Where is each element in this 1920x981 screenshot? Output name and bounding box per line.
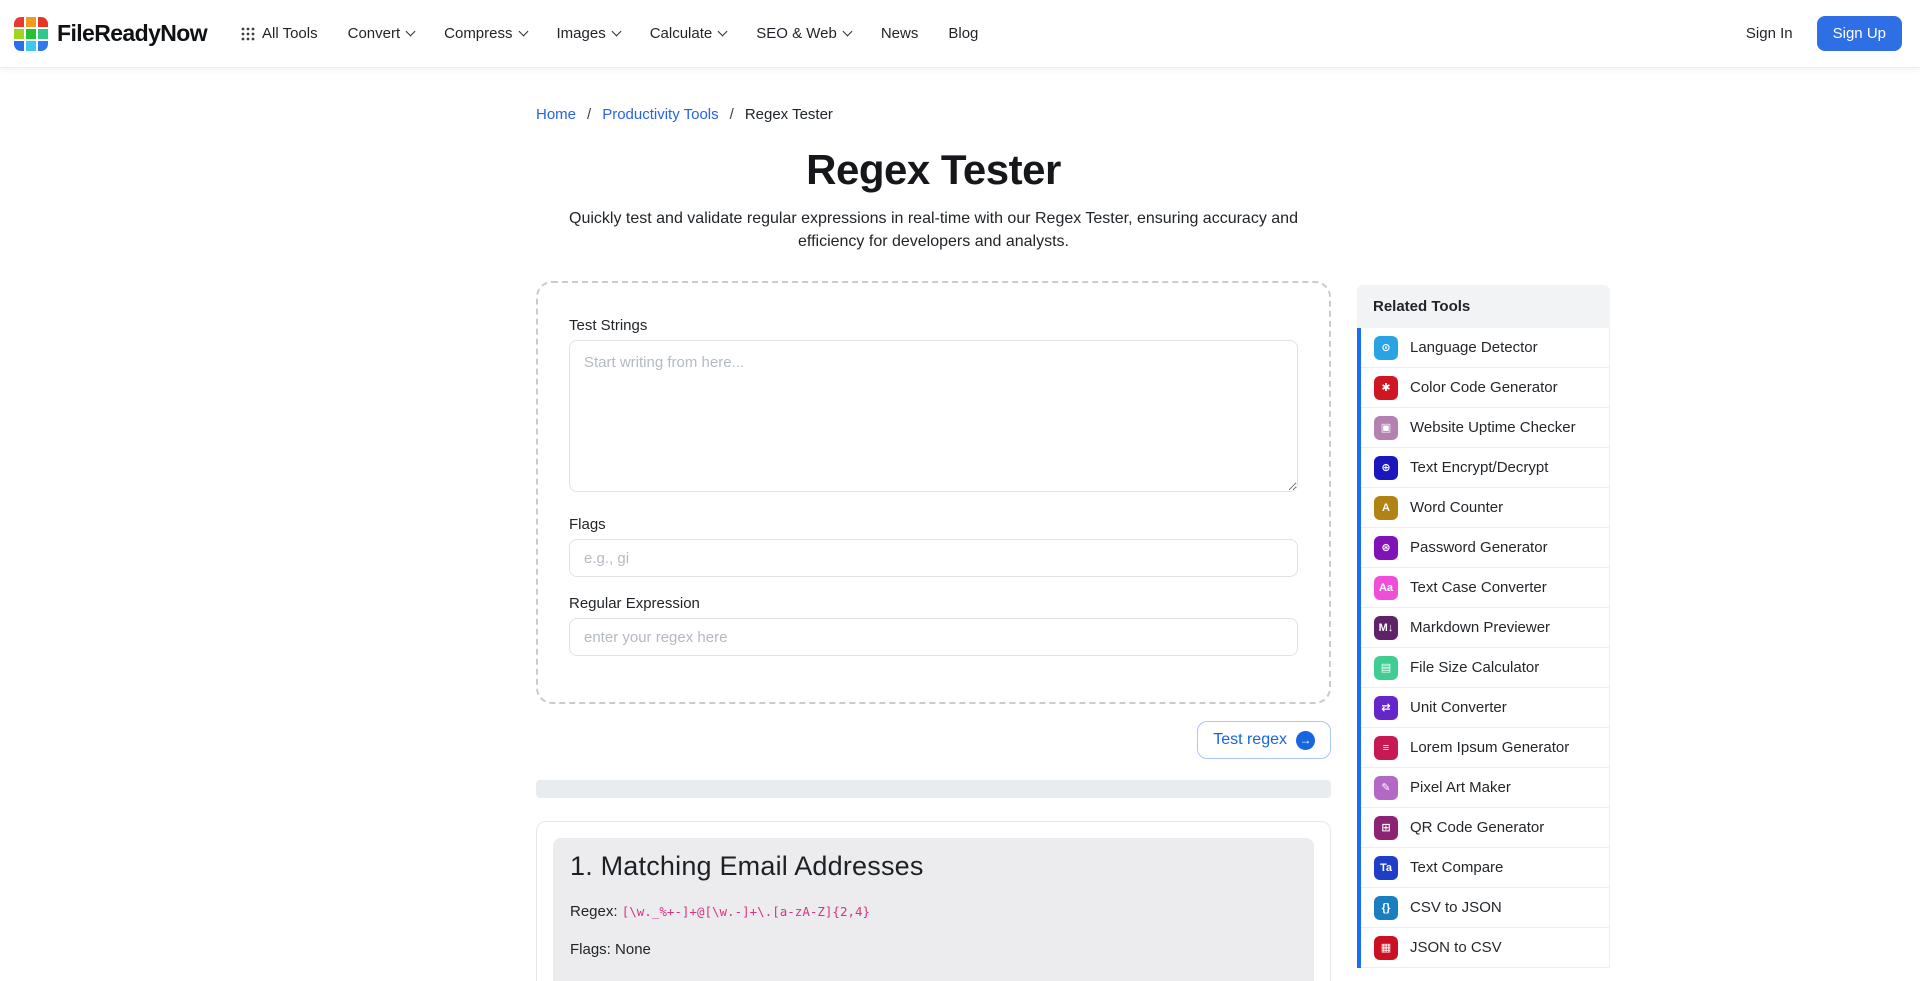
test-regex-button[interactable]: Test regex → [1197,721,1331,759]
breadcrumb-productivity-tools[interactable]: Productivity Tools [602,106,718,123]
flags-label: Flags [569,516,1298,533]
padlock-icon: ⊛ [1374,536,1398,560]
example-flags-label: Flags: [570,941,611,958]
brand-name: FileReadyNow [57,20,207,47]
file-icon: ▤ [1374,656,1398,680]
example-flags-line: Flags: None [570,941,1297,958]
tool-item-website-uptime-checker[interactable]: ▣ Website Uptime Checker [1361,408,1609,448]
browser-window-icon: ▣ [1374,416,1398,440]
test-strings-input[interactable] [569,340,1298,492]
json-csv-icon: ▦ [1374,936,1398,960]
chevron-down-icon [842,27,852,37]
form-actions: Test regex → [536,721,1331,759]
csv-json-icon: {} [1374,896,1398,920]
example-regex-code: [\w._%+-]+@[\w.-]+\.[a-zA-Z]{2,4} [622,904,870,919]
test-regex-label: Test regex [1213,731,1287,749]
pencil-icon: ✎ [1374,776,1398,800]
test-strings-label: Test Strings [569,317,1298,334]
regex-input[interactable] [569,618,1298,656]
tool-item-lorem-ipsum-generator[interactable]: ≡ Lorem Ipsum Generator [1361,728,1609,768]
flags-input[interactable] [569,539,1298,577]
tool-item-text-encrypt-decrypt[interactable]: ⊕ Text Encrypt/Decrypt [1361,448,1609,488]
main-nav: All Tools Convert Compress Images Calcul… [241,25,978,42]
brand-logo-icon [14,17,48,51]
regex-label: Regular Expression [569,595,1298,612]
nav-calculate[interactable]: Calculate [650,25,727,42]
example-regex-label: Regex: [570,903,618,920]
main-column: Home / Productivity Tools / Regex Tester… [536,68,1331,981]
color-palette-icon: ✱ [1374,376,1398,400]
brand-logo[interactable]: FileReadyNow [14,17,207,51]
nav-all-tools[interactable]: All Tools [241,25,318,42]
nav-images[interactable]: Images [557,25,620,42]
nav-label: Convert [348,25,401,42]
tool-item-qr-code-generator[interactable]: ⊞ QR Code Generator [1361,808,1609,848]
tool-item-word-counter[interactable]: A Word Counter [1361,488,1609,528]
tool-item-csv-to-json[interactable]: {} CSV to JSON [1361,888,1609,928]
tool-item-color-code-generator[interactable]: ✱ Color Code Generator [1361,368,1609,408]
page-description: Quickly test and validate regular expres… [545,207,1323,253]
tool-item-pixel-art-maker[interactable]: ✎ Pixel Art Maker [1361,768,1609,808]
grid-icon [241,27,255,41]
text-lines-icon: ≡ [1374,736,1398,760]
tool-item-text-compare[interactable]: Ta Text Compare [1361,848,1609,888]
sign-up-button[interactable]: Sign Up [1817,16,1902,51]
chevron-down-icon [518,27,528,37]
tool-item-password-generator[interactable]: ⊛ Password Generator [1361,528,1609,568]
nav-label: Blog [948,25,978,42]
sign-in-link[interactable]: Sign In [1746,25,1793,42]
arrow-right-circle-icon: → [1296,731,1315,750]
language-detector-icon: ⊙ [1374,336,1398,360]
tool-item-markdown-previewer[interactable]: M↓ Markdown Previewer [1361,608,1609,648]
text-case-icon: Aa [1374,576,1398,600]
chevron-down-icon [718,27,728,37]
tool-item-json-to-csv[interactable]: ▦ JSON to CSV [1361,928,1609,968]
nav-label: SEO & Web [756,25,837,42]
example-regex-line: Regex: [\w._%+-]+@[\w.-]+\.[a-zA-Z]{2,4} [570,903,1297,920]
nav-convert[interactable]: Convert [348,25,415,42]
tool-item-file-size-calculator[interactable]: ▤ File Size Calculator [1361,648,1609,688]
nav-blog[interactable]: Blog [948,25,978,42]
chevron-down-icon [406,27,416,37]
tool-item-text-case-converter[interactable]: Aa Text Case Converter [1361,568,1609,608]
nav-label: All Tools [262,25,318,42]
example-flags-value: None [615,941,651,958]
nav-label: News [881,25,919,42]
example-panel: 1. Matching Email Addresses Regex: [\w._… [553,838,1314,981]
nav-label: Images [557,25,606,42]
page-title: Regex Tester [536,145,1331,195]
nav-label: Compress [444,25,512,42]
top-navbar: FileReadyNow All Tools Convert Compress … [0,0,1920,68]
related-tools-list: ⊙ Language Detector ✱ Color Code Generat… [1357,328,1610,968]
nav-news[interactable]: News [881,25,919,42]
lock-icon: ⊕ [1374,456,1398,480]
breadcrumb-separator: / [587,106,591,123]
breadcrumb-separator: / [730,106,734,123]
qr-code-icon: ⊞ [1374,816,1398,840]
breadcrumb-home[interactable]: Home [536,106,576,123]
tool-item-unit-converter[interactable]: ⇄ Unit Converter [1361,688,1609,728]
text-compare-icon: Ta [1374,856,1398,880]
example-heading: 1. Matching Email Addresses [570,851,1297,882]
breadcrumb: Home / Productivity Tools / Regex Tester [536,106,1331,123]
swap-arrows-icon: ⇄ [1374,696,1398,720]
nav-seo-web[interactable]: SEO & Web [756,25,851,42]
markdown-icon: M↓ [1374,616,1398,640]
tool-item-language-detector[interactable]: ⊙ Language Detector [1361,328,1609,368]
regex-form-card: Test Strings Flags Regular Expression [536,281,1331,704]
related-tools-sidebar: Related Tools ⊙ Language Detector ✱ Colo… [1357,285,1610,968]
page-content: Home / Productivity Tools / Regex Tester… [536,68,1610,981]
breadcrumb-current: Regex Tester [745,106,833,123]
related-tools-title: Related Tools [1357,285,1610,328]
nav-compress[interactable]: Compress [444,25,526,42]
letter-a-icon: A [1374,496,1398,520]
divider-bar [536,780,1331,798]
header-actions: Sign In Sign Up [1746,16,1902,51]
chevron-down-icon [611,27,621,37]
nav-label: Calculate [650,25,713,42]
examples-card: 1. Matching Email Addresses Regex: [\w._… [536,821,1331,981]
